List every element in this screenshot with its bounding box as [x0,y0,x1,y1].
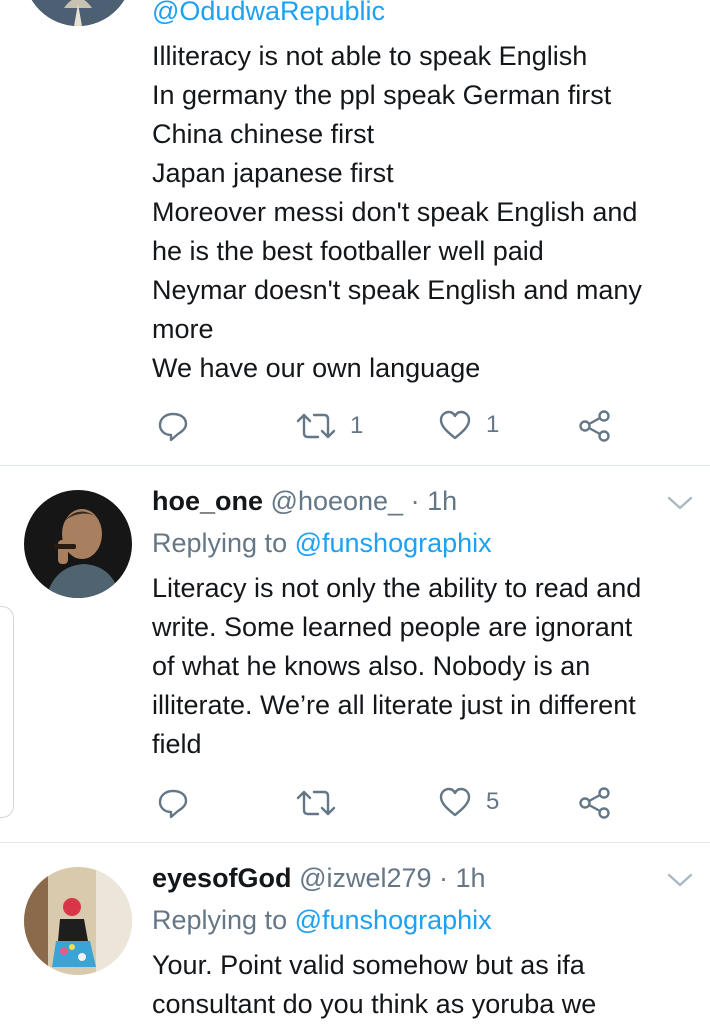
tweet-body: Illiteracy is not able to speak English … [152,37,702,388]
replying-mention[interactable]: @funshographix [295,905,492,935]
share-icon [579,787,610,819]
tweet-text-line: In germany the ppl speak German first [152,80,612,110]
retweet-button[interactable]: 1 [296,409,363,443]
author-name[interactable]: hoe_one [152,486,263,516]
replying-to: Replying to @funshographix [152,528,492,559]
retweet-button[interactable] [296,786,336,820]
tweet-text-line: Your. Point valid somehow but as ifa [152,950,585,980]
tweet-text-line: write. Some learned people are ignorant [152,612,633,642]
reply-icon [158,412,188,442]
tweet-text-line: Illiteracy is not able to speak English [152,41,588,71]
tweet-body: Literacy is not only the ability to read… [152,569,702,764]
replying-to: Replying to @funshographix [152,905,492,936]
reply-button[interactable] [156,786,190,820]
tweet-2[interactable]: hoe_one @hoeone_ · 1h Replying to @funsh… [0,466,710,842]
tweet-text-line: China chinese first [152,119,375,149]
retweet-icon [296,790,336,816]
author-handle[interactable]: @hoeone_ [271,486,404,516]
like-count: 5 [486,788,500,815]
author-name[interactable]: eyesofGod [152,863,292,893]
tweet-text-line: he is the best footballer well paid [152,236,544,266]
tweet-text-line: We have our own language [152,353,481,383]
replying-label: Replying to [152,528,288,558]
avatar[interactable] [24,0,132,26]
tweet-text-line: Moreover messi don't speak English and [152,197,638,227]
tweet-header: eyesofGod @izwel279 · 1h [152,863,486,894]
tweet-header: hoe_one @hoeone_ · 1h [152,486,457,517]
tweet-body: Your. Point valid somehow but as ifa con… [152,946,702,1024]
tweet-time: · 1h [410,486,458,516]
replying-mention[interactable]: @funshographix [295,528,492,558]
tweet-text-line: more [152,314,214,344]
share-button[interactable] [578,786,612,820]
author-handle[interactable]: @izwel279 [299,863,431,893]
tweet-1[interactable]: @OdudwaRepublic Illiteracy is not able t… [0,0,710,465]
like-count: 1 [486,411,500,438]
tweet-text-line: consultant do you think as yoruba we [152,989,597,1019]
tweet-3[interactable]: eyesofGod @izwel279 · 1h Replying to @fu… [0,843,710,1023]
chevron-down-icon[interactable] [666,871,694,889]
reply-button[interactable] [156,409,190,443]
heart-icon [439,410,471,440]
tweet-text-line: Japan japanese first [152,158,394,188]
retweet-icon [296,413,336,439]
avatar[interactable] [24,867,132,975]
replying-label: Replying to [152,905,288,935]
tweet-text-line: Literacy is not only the ability to read… [152,573,642,603]
share-button[interactable] [578,409,612,443]
tweet-author-handle[interactable]: @OdudwaRepublic [152,0,385,27]
share-icon [579,410,610,442]
tweet-text-line: illiterate. We’re all literate just in d… [152,690,636,720]
retweet-count: 1 [350,412,364,439]
reply-icon [158,789,188,819]
like-button[interactable]: 5 [438,786,499,818]
avatar[interactable] [24,490,132,598]
side-panel-edge [0,606,14,818]
like-button[interactable]: 1 [438,409,499,441]
tweet-time: · 1h [439,863,486,893]
chevron-down-icon[interactable] [666,494,694,512]
tweet-text-line: Neymar doesn't speak English and many [152,275,642,305]
heart-icon [439,787,471,817]
tweet-text-line: field [152,729,202,759]
tweet-text-line: of what he knows also. Nobody is an [152,651,591,681]
